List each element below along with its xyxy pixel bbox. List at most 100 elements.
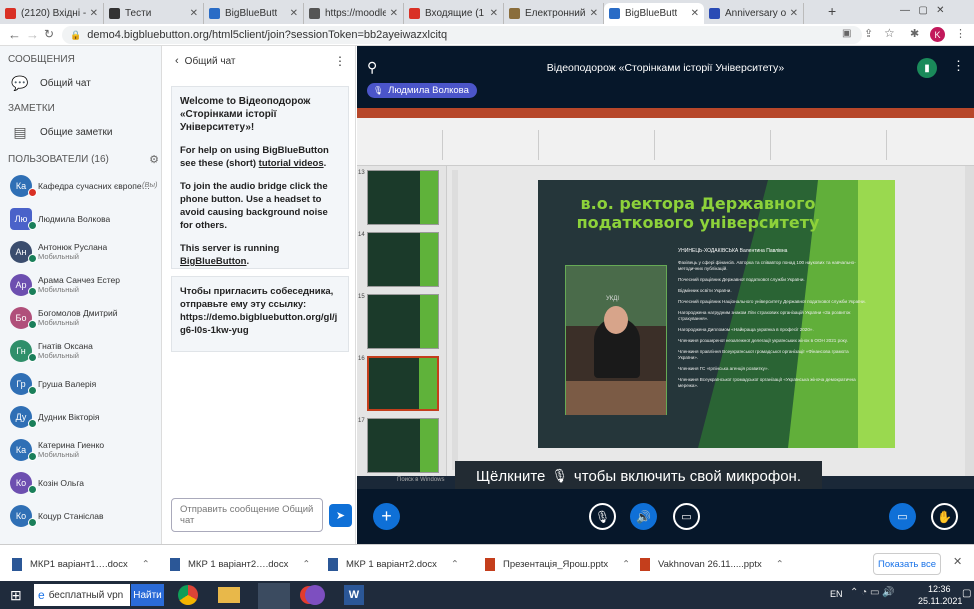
file-explorer-icon[interactable] bbox=[218, 587, 240, 603]
ribbon-group-6 bbox=[893, 130, 968, 160]
extensions-icon[interactable]: ✱ bbox=[910, 27, 919, 40]
language-indicator[interactable]: EN bbox=[830, 589, 843, 599]
slide-thumbnail[interactable] bbox=[367, 418, 439, 473]
slide-thumbnail[interactable] bbox=[367, 356, 439, 411]
download-item[interactable]: Презентація_Ярош.pptx ⌃ bbox=[485, 553, 630, 575]
send-message-button[interactable]: ➤ bbox=[329, 504, 352, 527]
browser-tab[interactable]: Входящие (1 76✕ bbox=[404, 3, 504, 24]
browser-tab[interactable]: (2120) Вхідні - ✕ bbox=[0, 3, 104, 24]
browser-tab[interactable]: Anniversary of t✕ bbox=[704, 3, 804, 24]
user-list-item[interactable]: Бо Богомолов Дмитрий Мобильный bbox=[0, 301, 161, 334]
close-downloads-icon[interactable]: ✕ bbox=[953, 555, 962, 568]
close-tab-icon[interactable]: ✕ bbox=[687, 8, 699, 19]
user-name: Арама Санчез Естер bbox=[38, 275, 121, 285]
close-tab-icon[interactable]: ✕ bbox=[586, 8, 598, 19]
user-list-item[interactable]: Ко Козін Ольга bbox=[0, 466, 161, 499]
user-list-item[interactable]: Ан Антонюк Руслана Мобильный bbox=[0, 235, 161, 268]
mic-status-icon bbox=[28, 353, 37, 362]
mic-status-icon bbox=[28, 386, 37, 395]
gear-icon[interactable]: ⚙ bbox=[149, 153, 159, 166]
presenter-badge: 🎙 Людмила Волкова bbox=[367, 83, 477, 98]
raise-hand-button[interactable]: ✋ bbox=[931, 503, 958, 530]
clock-time[interactable]: 12:36 bbox=[928, 584, 951, 594]
invite-link[interactable]: https://demo.bigbluebutton.org/gl/jg6-l0… bbox=[180, 311, 340, 337]
slide-thumbnail[interactable] bbox=[367, 294, 439, 349]
windows-taskbar: ⊞ e бесплатный vpn Найти W EN ⌃ ◔ ▭ 🔊 12… bbox=[0, 581, 974, 609]
share-icon[interactable]: ⇪ bbox=[864, 27, 873, 40]
back-icon[interactable]: ← bbox=[8, 27, 21, 42]
user-list-item[interactable]: Ка Кафедра сучасних європе… (Вы) bbox=[0, 169, 161, 202]
profile-avatar[interactable]: K bbox=[930, 27, 945, 42]
public-chat-item[interactable]: 💬 Общий чат bbox=[0, 69, 161, 97]
chat-options-icon[interactable]: ⋮ bbox=[334, 54, 346, 68]
close-tab-icon[interactable]: ✕ bbox=[86, 8, 98, 19]
download-item[interactable]: Vakhnovan 26.11.....pptx ⌃ bbox=[640, 553, 784, 575]
browser-tab[interactable]: Тести ✕ bbox=[104, 3, 204, 24]
chevron-up-icon[interactable]: ⌃ bbox=[142, 559, 150, 570]
actions-plus-button[interactable]: + bbox=[373, 503, 400, 530]
tutorial-videos-link[interactable]: tutorial videos bbox=[259, 158, 324, 169]
close-tab-icon[interactable]: ✕ bbox=[186, 8, 198, 19]
user-name: Коцур Станіслав bbox=[38, 510, 104, 521]
word-taskbar-icon[interactable]: W bbox=[344, 585, 364, 605]
browser-menu-icon[interactable]: ⋮ bbox=[955, 27, 966, 40]
share-webcam-button[interactable]: ▭ bbox=[673, 503, 700, 530]
unmute-button[interactable]: 🎙 bbox=[589, 503, 616, 530]
download-item[interactable]: МКР 1 варіант2….docx ⌃ bbox=[170, 553, 310, 575]
chevron-up-icon[interactable]: ⌃ bbox=[776, 559, 784, 570]
show-all-downloads-button[interactable]: Показать все bbox=[873, 553, 941, 575]
browser-tab[interactable]: BigBlueButt ✕ bbox=[204, 3, 304, 24]
tray-icons[interactable]: ⌃ ◔ ▭ 🔊 bbox=[850, 587, 895, 598]
reload-icon[interactable]: ↻ bbox=[44, 27, 54, 41]
bigbluebutton-link[interactable]: BigBlueButton bbox=[180, 256, 247, 267]
chevron-up-icon[interactable]: ⌃ bbox=[451, 559, 459, 570]
user-list-item[interactable]: Гн Гнатів Оксана Мобильный bbox=[0, 334, 161, 367]
chrome-active-icon[interactable] bbox=[258, 583, 290, 609]
bookmark-star-icon[interactable]: ☆ bbox=[884, 26, 895, 40]
scrollbar-right[interactable] bbox=[965, 166, 974, 476]
shared-notes-item[interactable]: ▤ Общие заметки bbox=[0, 118, 161, 146]
browser-tab[interactable]: https://moodle ✕ bbox=[304, 3, 404, 24]
chat-input[interactable]: Отправить сообщение Общий чат bbox=[171, 498, 323, 532]
user-list-item[interactable]: Лю Людмила Волкова bbox=[0, 202, 161, 235]
share-screen-button[interactable]: ▭ bbox=[889, 503, 916, 530]
new-tab-icon[interactable]: + bbox=[828, 3, 836, 19]
browser-tab[interactable]: Електронний ж✕ bbox=[504, 3, 604, 24]
camera-blocked-icon[interactable]: ▣ bbox=[842, 28, 851, 39]
hide-chat-chevron-icon[interactable]: ‹ bbox=[175, 55, 179, 67]
taskbar-search-input[interactable]: e бесплатный vpn bbox=[34, 584, 130, 606]
forward-icon[interactable]: → bbox=[26, 27, 39, 42]
windows-start-icon[interactable]: ⊞ bbox=[10, 587, 22, 604]
tab-favicon-icon bbox=[5, 8, 16, 19]
options-menu-icon[interactable]: ⋮ bbox=[952, 58, 965, 74]
close-tab-icon[interactable]: ✕ bbox=[486, 8, 498, 19]
user-list-item[interactable]: Ко Коцур Станіслав bbox=[0, 499, 161, 532]
leave-audio-button[interactable]: 🔊 bbox=[630, 503, 657, 530]
user-list-item[interactable]: Ка Катерина Гиенко Мобильный bbox=[0, 433, 161, 466]
window-controls[interactable]: — ▢ ✕ bbox=[900, 5, 945, 16]
download-filename: Vakhnovan 26.11.....pptx bbox=[658, 558, 762, 570]
chevron-up-icon[interactable]: ⌃ bbox=[302, 559, 310, 570]
slide-thumbnail[interactable] bbox=[367, 170, 439, 225]
browser-tab[interactable]: BigBlueButt ✕ bbox=[604, 3, 704, 24]
clock-date[interactable]: 25.11.2021 bbox=[918, 596, 962, 606]
slide-thumbnail[interactable] bbox=[367, 232, 439, 287]
close-tab-icon[interactable]: ✕ bbox=[386, 8, 398, 19]
notifications-icon[interactable]: ▢ bbox=[962, 588, 971, 599]
user-list-item[interactable]: Гр Груша Валерія bbox=[0, 367, 161, 400]
user-list-item[interactable]: Ар Арама Санчез Естер Мобильный bbox=[0, 268, 161, 301]
chrome-taskbar-icon[interactable] bbox=[178, 585, 198, 605]
download-item[interactable]: МКР 1 варіант2.docx ⌃ bbox=[328, 553, 459, 575]
download-item[interactable]: МКР1 варіант1….docx ⌃ bbox=[12, 553, 150, 575]
chevron-up-icon[interactable]: ⌃ bbox=[622, 559, 630, 570]
user-list-toggle-icon[interactable]: ⚲ bbox=[367, 59, 377, 76]
url-field[interactable]: 🔒 demo4.bigbluebutton.org/html5client/jo… bbox=[62, 26, 862, 44]
powerpoint-title-bar bbox=[357, 108, 974, 118]
viber-taskbar-icon[interactable] bbox=[305, 585, 325, 605]
close-tab-icon[interactable]: ✕ bbox=[286, 8, 298, 19]
connection-status-icon[interactable]: ▮ bbox=[917, 58, 937, 78]
mic-status-icon bbox=[28, 320, 37, 329]
user-list-item[interactable]: Ду Дудник Вікторія bbox=[0, 400, 161, 433]
close-tab-icon[interactable]: ✕ bbox=[786, 8, 798, 19]
taskbar-search-button[interactable]: Найти bbox=[131, 584, 164, 606]
